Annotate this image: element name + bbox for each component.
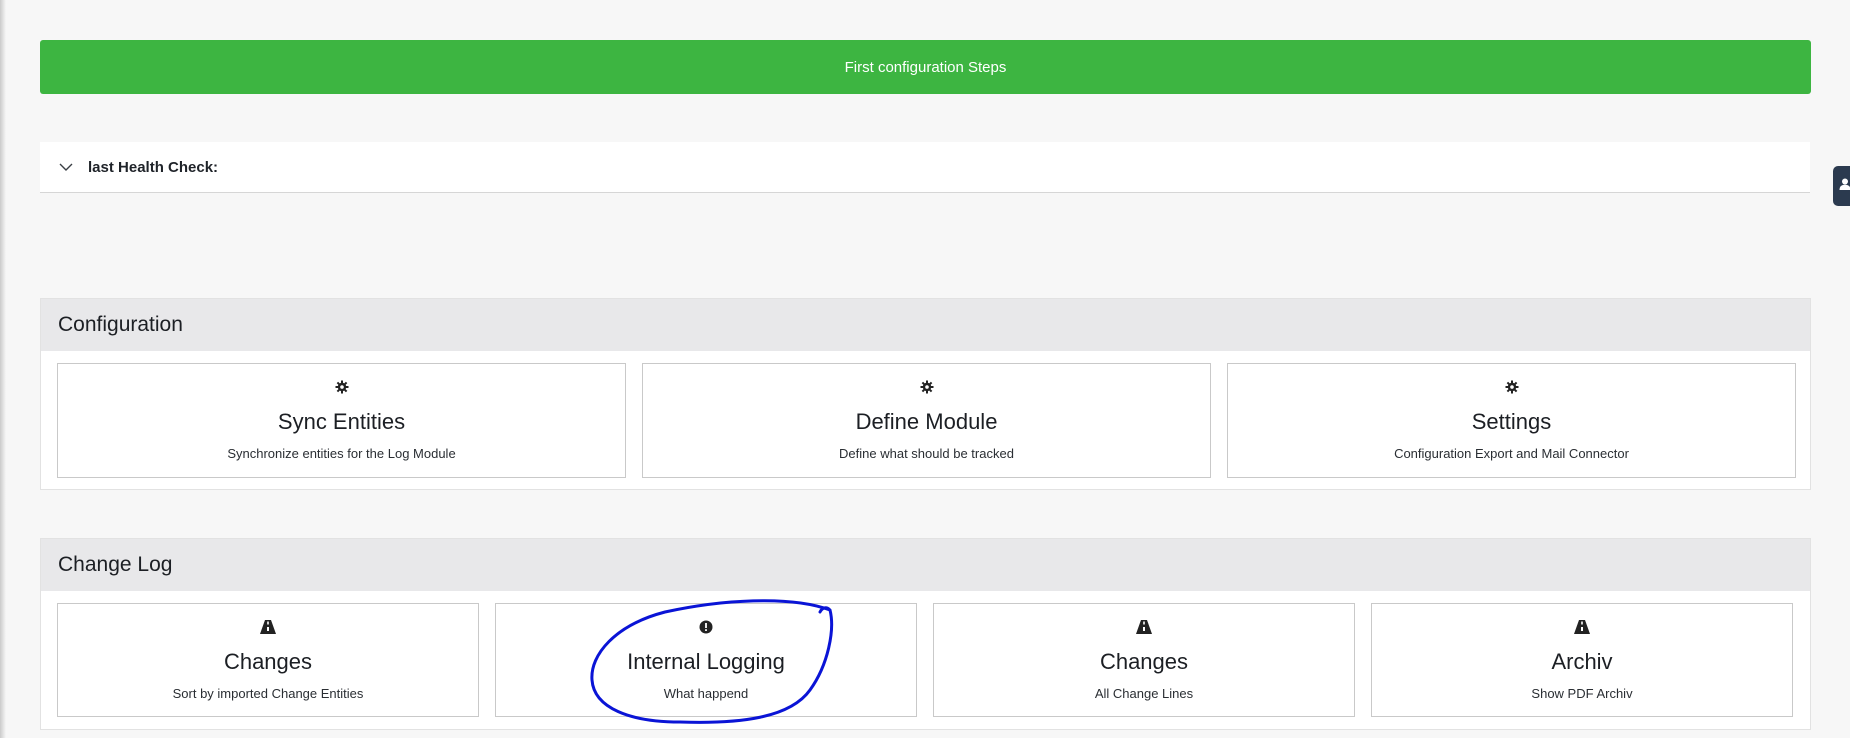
card-subtitle: Configuration Export and Mail Connector (1394, 446, 1629, 461)
card-title: Internal Logging (627, 649, 785, 674)
chevron-down-icon[interactable] (58, 159, 74, 175)
card-title: Changes (223, 649, 313, 674)
card-title: Define Module (855, 409, 998, 434)
card-title: Sync Entities (277, 409, 406, 434)
changes-entities-card[interactable]: Changes Sort by imported Change Entities (57, 603, 479, 717)
change-log-section: Change Log Changes Sort by imported Chan… (40, 538, 1811, 730)
card-title: Settings (1471, 409, 1552, 434)
configuration-section: Configuration Sync Entities Synchronize … (40, 298, 1811, 490)
first-configuration-steps-button[interactable]: First configuration Steps (40, 40, 1811, 94)
configuration-header: Configuration (41, 299, 1810, 351)
card-title: Archiv (1551, 649, 1613, 674)
changes-lines-card[interactable]: Changes All Change Lines (933, 603, 1355, 717)
card-subtitle: All Change Lines (1094, 686, 1194, 701)
side-panel-tab[interactable] (1833, 166, 1850, 206)
health-check-label: last Health Check: (88, 158, 219, 176)
gear-icon (1228, 378, 1795, 396)
archiv-card[interactable]: Archiv Show PDF Archiv (1371, 603, 1793, 717)
gear-icon (643, 378, 1210, 396)
user-icon (1838, 177, 1850, 196)
internal-logging-card[interactable]: Internal Logging What happend (495, 603, 917, 717)
card-subtitle: What happend (663, 686, 749, 701)
define-module-card[interactable]: Define Module Define what should be trac… (642, 363, 1211, 478)
first-configuration-steps-label: First configuration Steps (844, 58, 1007, 76)
change-log-header: Change Log (41, 539, 1810, 591)
exclamation-circle-icon (496, 618, 916, 636)
page: First configuration Steps last Health Ch… (0, 0, 1850, 738)
road-icon (58, 618, 478, 636)
settings-card[interactable]: Settings Configuration Export and Mail C… (1227, 363, 1796, 478)
card-subtitle: Synchronize entities for the Log Module (227, 446, 456, 461)
card-title: Changes (1099, 649, 1189, 674)
gear-icon (58, 378, 625, 396)
sync-entities-card[interactable]: Sync Entities Synchronize entities for t… (57, 363, 626, 478)
left-edge-shadow (0, 0, 6, 738)
health-check-panel[interactable]: last Health Check: (40, 142, 1810, 193)
road-icon (1372, 618, 1792, 636)
card-subtitle: Sort by imported Change Entities (172, 686, 364, 701)
road-icon (934, 618, 1354, 636)
configuration-title: Configuration (58, 313, 183, 336)
card-subtitle: Show PDF Archiv (1531, 686, 1633, 701)
card-subtitle: Define what should be tracked (839, 446, 1014, 461)
change-log-title: Change Log (58, 553, 173, 576)
